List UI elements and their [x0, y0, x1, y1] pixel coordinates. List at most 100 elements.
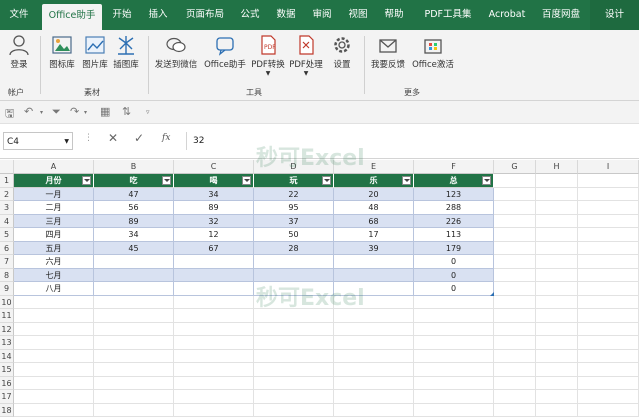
- grid-cell[interactable]: [494, 323, 536, 337]
- grid-cell[interactable]: [536, 404, 578, 417]
- table-cell[interactable]: 五月: [14, 242, 94, 256]
- grid-cell[interactable]: [254, 350, 334, 364]
- grid-cell[interactable]: [494, 404, 536, 417]
- row-header[interactable]: 7: [0, 255, 14, 269]
- grid-cell[interactable]: [334, 350, 414, 364]
- table-header-cell[interactable]: 总: [414, 174, 494, 188]
- grid-cell[interactable]: [578, 404, 639, 417]
- grid-cell[interactable]: [254, 377, 334, 391]
- grid-cell[interactable]: [578, 215, 639, 229]
- insert-function-icon[interactable]: fx: [162, 133, 170, 143]
- tab-review[interactable]: 审阅: [308, 0, 336, 30]
- table-cell[interactable]: 20: [334, 188, 414, 202]
- grid-cell[interactable]: [578, 363, 639, 377]
- sort-icon[interactable]: ⇅: [122, 105, 131, 118]
- grid-cell[interactable]: [14, 336, 94, 350]
- filter-dropdown-icon[interactable]: [82, 176, 91, 185]
- table-cell[interactable]: 34: [174, 188, 254, 202]
- save-icon[interactable]: 🖫: [5, 105, 14, 124]
- row-header[interactable]: 14: [0, 350, 14, 364]
- tab-pdf-tools[interactable]: PDF工具集: [418, 0, 478, 30]
- grid-cell[interactable]: [494, 309, 536, 323]
- table-cell[interactable]: 89: [94, 215, 174, 229]
- grid-cell[interactable]: [578, 323, 639, 337]
- table-cell[interactable]: 32: [174, 215, 254, 229]
- table-cell[interactable]: 179: [414, 242, 494, 256]
- grid-cell[interactable]: [334, 336, 414, 350]
- grid-cell[interactable]: [578, 255, 639, 269]
- grid-cell[interactable]: [174, 309, 254, 323]
- table-header-cell[interactable]: 吃: [94, 174, 174, 188]
- table-cell[interactable]: 七月: [14, 269, 94, 283]
- undo-icon[interactable]: ↶: [24, 105, 33, 118]
- row-header[interactable]: 13: [0, 336, 14, 350]
- tab-help[interactable]: 帮助: [380, 0, 408, 30]
- tab-home[interactable]: 开始: [108, 0, 136, 30]
- table-cell[interactable]: 226: [414, 215, 494, 229]
- grid-cell[interactable]: [14, 404, 94, 417]
- grid-cell[interactable]: [494, 377, 536, 391]
- grid-cell[interactable]: [536, 363, 578, 377]
- table-cell[interactable]: 22: [254, 188, 334, 202]
- table-cell[interactable]: 二月: [14, 201, 94, 215]
- grid-cell[interactable]: [94, 390, 174, 404]
- cancel-icon[interactable]: ✕: [108, 131, 118, 145]
- table-cell[interactable]: 123: [414, 188, 494, 202]
- table-cell[interactable]: 113: [414, 228, 494, 242]
- table-cell[interactable]: 一月: [14, 188, 94, 202]
- grid-cell[interactable]: [494, 188, 536, 202]
- table-header-cell[interactable]: 玩: [254, 174, 334, 188]
- table-cell[interactable]: 95: [254, 201, 334, 215]
- tab-insert[interactable]: 插入: [144, 0, 172, 30]
- table-cell[interactable]: 47: [94, 188, 174, 202]
- grid-cell[interactable]: [174, 296, 254, 310]
- name-box[interactable]: C4 ▼: [3, 132, 73, 150]
- grid-cell[interactable]: [14, 363, 94, 377]
- grid-cell[interactable]: [536, 215, 578, 229]
- table-cell[interactable]: 67: [174, 242, 254, 256]
- row-header[interactable]: 10: [0, 296, 14, 310]
- grid-cell[interactable]: [414, 350, 494, 364]
- grid-cell[interactable]: [536, 323, 578, 337]
- grid-cell[interactable]: [14, 350, 94, 364]
- table-cell[interactable]: 12: [174, 228, 254, 242]
- filter-icon[interactable]: ⏷: [52, 105, 61, 119]
- table-cell[interactable]: 三月: [14, 215, 94, 229]
- icon-library-button[interactable]: 图标库: [46, 34, 78, 70]
- grid-cell[interactable]: [578, 282, 639, 296]
- chevron-down-icon[interactable]: ▾: [84, 109, 87, 116]
- table-cell[interactable]: 56: [94, 201, 174, 215]
- grid-cell[interactable]: [494, 390, 536, 404]
- grid-cell[interactable]: [578, 377, 639, 391]
- grid-cell[interactable]: [94, 309, 174, 323]
- table-cell[interactable]: 四月: [14, 228, 94, 242]
- grid-cell[interactable]: [578, 269, 639, 283]
- grid-cell[interactable]: [254, 323, 334, 337]
- grid-cell[interactable]: [536, 336, 578, 350]
- grid-cell[interactable]: [174, 390, 254, 404]
- grid-cell[interactable]: [254, 363, 334, 377]
- grid-cell[interactable]: [536, 350, 578, 364]
- table-cell[interactable]: 六月: [14, 255, 94, 269]
- filter-dropdown-icon[interactable]: [402, 176, 411, 185]
- grid-cell[interactable]: [578, 296, 639, 310]
- tab-office-helper[interactable]: Office助手: [42, 4, 102, 30]
- table-resize-handle[interactable]: [490, 292, 494, 296]
- grid-cell[interactable]: [578, 390, 639, 404]
- office-helper-button[interactable]: Office助手: [202, 34, 248, 70]
- table-cell[interactable]: 68: [334, 215, 414, 229]
- grid-cell[interactable]: [14, 309, 94, 323]
- grid-cell[interactable]: [14, 390, 94, 404]
- grid-cell[interactable]: [494, 363, 536, 377]
- table-cell[interactable]: 89: [174, 201, 254, 215]
- grid-cell[interactable]: [174, 350, 254, 364]
- tab-acrobat[interactable]: Acrobat: [484, 0, 530, 30]
- row-header[interactable]: 6: [0, 242, 14, 256]
- grid-cell[interactable]: [174, 377, 254, 391]
- row-header[interactable]: 11: [0, 309, 14, 323]
- table-cell[interactable]: 34: [94, 228, 174, 242]
- table-cell[interactable]: 0: [414, 255, 494, 269]
- grid-cell[interactable]: [494, 174, 536, 188]
- column-header-c[interactable]: C: [174, 160, 254, 174]
- grid-cell[interactable]: [174, 404, 254, 417]
